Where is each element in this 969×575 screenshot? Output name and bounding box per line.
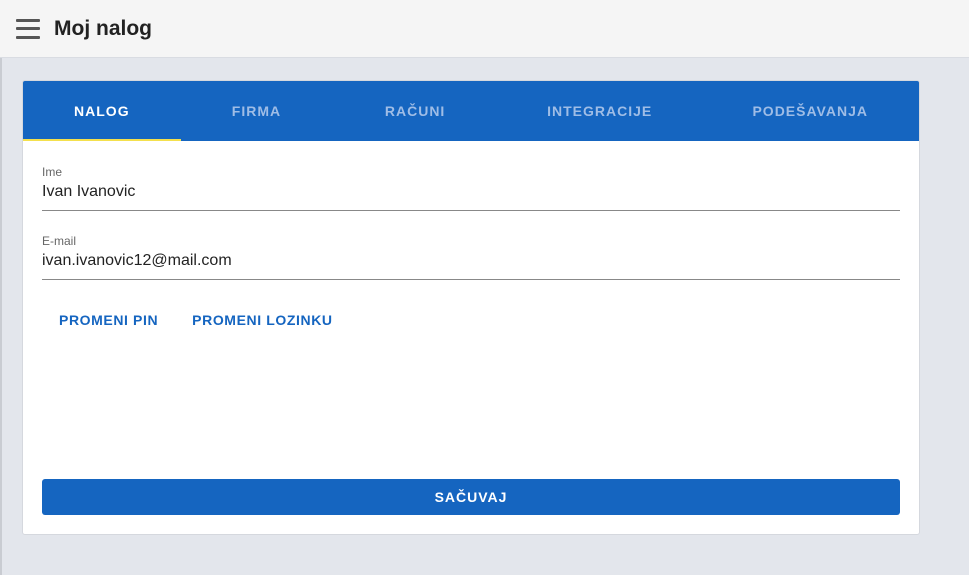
hamburger-menu-icon[interactable]	[16, 18, 40, 39]
tab-podesavanja[interactable]: PODEŠAVANJA	[701, 81, 919, 141]
email-input[interactable]	[42, 251, 900, 271]
app-bar: Moj nalog	[0, 0, 969, 58]
tab-racuni[interactable]: RAČUNI	[332, 81, 498, 141]
tab-bar: NALOG FIRMA RAČUNI INTEGRACIJE PODEŠAVAN…	[23, 81, 919, 141]
account-actions: PROMENI PIN PROMENI LOZINKU	[42, 312, 900, 328]
email-label: E-mail	[42, 234, 77, 248]
change-pin-button[interactable]: PROMENI PIN	[59, 312, 158, 328]
change-password-button[interactable]: PROMENI LOZINKU	[192, 312, 332, 328]
tab-nalog[interactable]: NALOG	[23, 81, 181, 141]
left-divider	[0, 58, 2, 575]
account-card: NALOG FIRMA RAČUNI INTEGRACIJE PODEŠAVAN…	[22, 80, 920, 535]
account-form: Ime E-mail PROMENI PIN PROMENI LOZINKU	[23, 141, 919, 328]
name-label: Ime	[42, 165, 63, 179]
save-button[interactable]: SAČUVAJ	[42, 479, 900, 515]
tab-firma[interactable]: FIRMA	[181, 81, 333, 141]
name-input[interactable]	[42, 182, 900, 202]
name-field-group: Ime	[42, 165, 900, 211]
page-title: Moj nalog	[54, 16, 152, 40]
tab-integracije[interactable]: INTEGRACIJE	[498, 81, 702, 141]
email-field-group: E-mail	[42, 234, 900, 280]
